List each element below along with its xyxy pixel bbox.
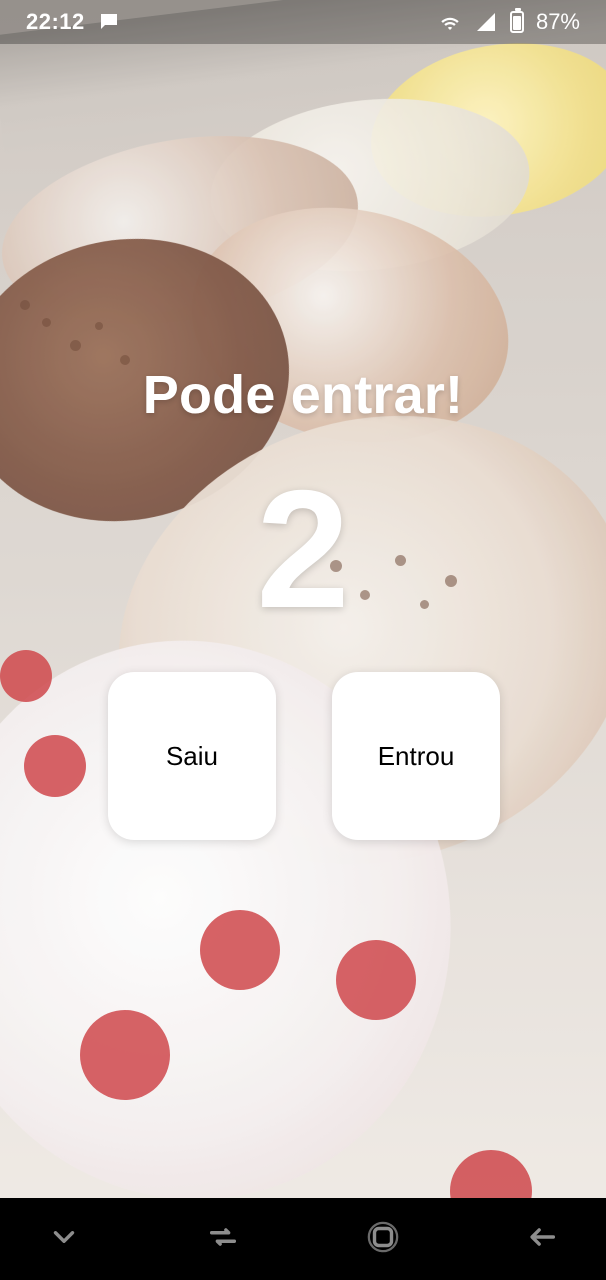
nav-back-button[interactable] [506,1209,578,1269]
screen: 22:12 87% Pode entrar! 2 Saiu Entrou [0,0,606,1280]
nav-home-button[interactable] [347,1209,419,1269]
battery-percent: 87% [535,9,580,34]
entered-button-label: Entrou [377,740,455,771]
entry-status-title: Pode entrar! [142,365,464,425]
status-bar: 22:12 87% [0,0,606,44]
wifi-icon [438,10,462,34]
chevron-down-icon [47,1220,81,1259]
nav-collapse-button[interactable] [28,1209,100,1269]
home-icon [366,1220,400,1259]
entered-button[interactable]: Entrou [332,672,500,840]
left-button[interactable]: Saiu [108,672,276,840]
people-count: 2 [256,455,350,643]
status-right: 87% [438,8,580,35]
recent-apps-icon [206,1220,240,1259]
cellular-signal-icon [474,10,498,34]
battery-icon [509,8,524,33]
android-navigation-bar [0,1198,606,1280]
battery-level [512,16,521,30]
action-buttons: Saiu Entrou [108,672,500,840]
chat-bubble-icon [97,10,121,34]
status-time: 22:12 [26,9,85,34]
back-icon [525,1220,559,1259]
nav-recent-apps-button[interactable] [187,1209,259,1269]
status-left: 22:12 [26,9,121,35]
left-button-label: Saiu [165,740,219,771]
